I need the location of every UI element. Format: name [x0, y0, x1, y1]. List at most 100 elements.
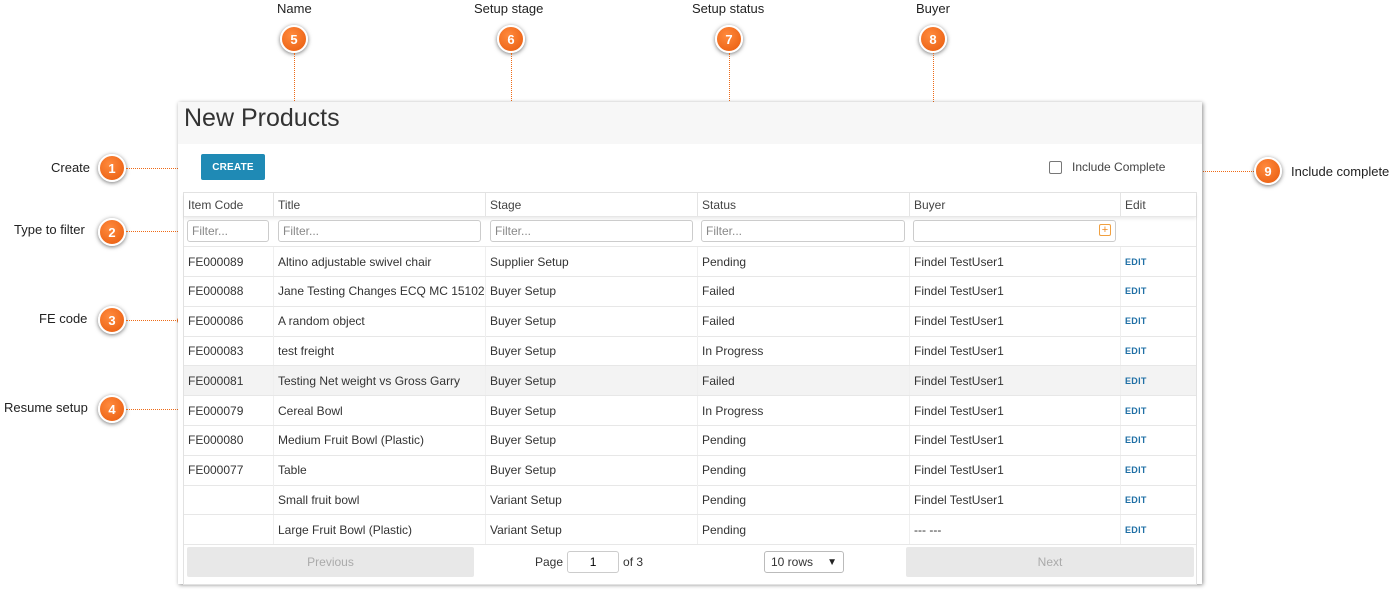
callout-label: Create — [51, 160, 91, 175]
table-row[interactable]: FE000079 Cereal Bowl Buyer Setup In Progres… — [184, 396, 1196, 426]
table-row[interactable]: FE000080 Medium Fruit Bowl (Plastic) Buyer… — [184, 425, 1196, 456]
edit-cell: EDIT — [1121, 307, 1196, 336]
include-complete-label: Include Complete — [1072, 160, 1166, 174]
item-code-cell: FE000079 — [184, 396, 274, 425]
previous-button[interactable]: Previous — [187, 547, 474, 577]
pagination: Previous Page of 3 10 rows ▼ Next — [184, 545, 1196, 585]
table-row[interactable]: FE000077 Table Buyer Setup Pending Findel Te… — [184, 455, 1196, 486]
table-header-row: Item Code Title Stage Status Buyer Edit — [184, 193, 1196, 217]
edit-cell: EDIT — [1121, 247, 1196, 276]
status-cell: In Progress — [698, 396, 910, 425]
table-row[interactable]: FE000081 Testing Net weight vs Gross Garr… — [184, 366, 1196, 397]
status-cell: Failed — [698, 366, 910, 396]
edit-link[interactable]: EDIT — [1125, 286, 1147, 296]
title-filter-input[interactable] — [278, 220, 481, 242]
title-cell: Altino adjustable swivel chair — [274, 247, 486, 276]
edit-link[interactable]: EDIT — [1125, 376, 1147, 386]
status-cell: Failed — [698, 306, 910, 336]
stage-cell: Buyer Setup — [486, 396, 698, 425]
title-cell: Medium Fruit Bowl (Plastic) — [274, 425, 486, 455]
item-code-cell: FE000083 — [184, 336, 274, 366]
buyer-cell: Findel TestUser1 — [910, 455, 1121, 485]
buyer-filter-select[interactable]: + — [913, 220, 1116, 242]
stage-cell: Buyer Setup — [486, 306, 698, 336]
table-row[interactable]: Large Fruit Bowl (Plastic) Variant Setup P… — [184, 515, 1196, 546]
plus-icon[interactable]: + — [1099, 224, 1111, 236]
status-cell: Pending — [698, 425, 910, 455]
edit-cell: EDIT — [1121, 366, 1196, 395]
callout-badge: 5 — [280, 25, 308, 53]
callout-badge: 8 — [919, 25, 947, 53]
table-row[interactable]: FE000089 Altino adjustable swivel chair Su… — [184, 247, 1196, 277]
stage-cell: Buyer Setup — [486, 455, 698, 485]
callout-badge: 3 — [98, 306, 126, 334]
status-filter-input[interactable] — [701, 220, 905, 242]
include-complete-checkbox[interactable] — [1049, 160, 1062, 174]
column-header-edit: Edit — [1125, 197, 1146, 212]
edit-cell: EDIT — [1121, 485, 1196, 514]
title-cell: Large Fruit Bowl (Plastic) — [274, 515, 486, 545]
callout-badge: 2 — [98, 218, 126, 246]
title-cell: Jane Testing Changes ECQ MC 151020 — [274, 276, 486, 306]
page-total-label: of 3 — [623, 555, 644, 569]
edit-link[interactable]: EDIT — [1125, 257, 1147, 267]
item-code-cell — [184, 515, 274, 545]
title-cell: test freight — [274, 336, 486, 366]
column-header-status[interactable]: Status — [698, 193, 910, 216]
stage-cell: Buyer Setup — [486, 276, 698, 306]
item-code-filter-input[interactable] — [187, 220, 269, 242]
item-code-cell: FE000081 — [184, 366, 274, 396]
buyer-cell: Findel TestUser1 — [910, 485, 1121, 515]
callout-badge: 4 — [98, 395, 126, 423]
create-button[interactable]: CREATE — [201, 154, 265, 180]
table-row[interactable]: Small fruit bowl Variant Setup Pending Find… — [184, 485, 1196, 516]
edit-cell: EDIT — [1121, 456, 1196, 485]
title-cell: Table — [274, 455, 486, 485]
table-row[interactable]: FE000088 Jane Testing Changes ECQ MC 1510… — [184, 276, 1196, 307]
next-button[interactable]: Next — [906, 547, 1194, 577]
edit-link[interactable]: EDIT — [1125, 316, 1147, 326]
item-code-cell: FE000088 — [184, 276, 274, 306]
status-cell: Pending — [698, 515, 910, 545]
edit-link[interactable]: EDIT — [1125, 435, 1147, 445]
products-table: Item Code Title Stage Status Buyer Edit … — [183, 192, 1197, 585]
status-cell: Pending — [698, 247, 910, 276]
stage-cell: Buyer Setup — [486, 336, 698, 366]
callout-badge: 9 — [1254, 157, 1282, 185]
column-header-item-code[interactable]: Item Code — [184, 193, 274, 216]
callout-label: FE code — [39, 311, 88, 326]
edit-cell: EDIT — [1121, 426, 1196, 455]
stage-filter-input[interactable] — [490, 220, 693, 242]
edit-link[interactable]: EDIT — [1125, 495, 1147, 505]
callout-connector — [126, 320, 180, 321]
chevron-down-icon: ▼ — [827, 557, 837, 568]
status-cell: Pending — [698, 485, 910, 515]
page-label: Page — [535, 555, 564, 569]
edit-cell: EDIT — [1121, 396, 1196, 425]
table-row[interactable]: FE000086 A random object Buyer Setup Failed… — [184, 306, 1196, 337]
include-complete-toggle[interactable]: Include Complete — [1049, 160, 1165, 174]
page-number-input[interactable] — [567, 551, 620, 573]
title-cell: A random object — [274, 306, 486, 336]
item-code-cell: FE000089 — [184, 247, 274, 276]
stage-cell: Supplier Setup — [486, 247, 698, 276]
table-row[interactable]: FE000083 test freight Buyer Setup In Progre… — [184, 336, 1196, 367]
stage-cell: Buyer Setup — [486, 366, 698, 396]
filter-row: + — [184, 217, 1196, 247]
status-cell: Pending — [698, 455, 910, 485]
rows-per-page-select[interactable]: 10 rows ▼ — [764, 551, 844, 573]
edit-link[interactable]: EDIT — [1125, 465, 1147, 475]
buyer-cell: Findel TestUser1 — [910, 276, 1121, 306]
edit-link[interactable]: EDIT — [1125, 525, 1147, 535]
edit-link[interactable]: EDIT — [1125, 406, 1147, 416]
status-cell: Failed — [698, 276, 910, 306]
column-header-stage[interactable]: Stage — [486, 193, 698, 216]
edit-cell: EDIT — [1121, 336, 1196, 365]
column-header-title[interactable]: Title — [274, 193, 486, 216]
stage-cell: Variant Setup — [486, 485, 698, 515]
stage-cell: Buyer Setup — [486, 425, 698, 455]
callout-label: Buyer — [916, 1, 950, 16]
edit-link[interactable]: EDIT — [1125, 346, 1147, 356]
column-header-buyer[interactable]: Buyer — [910, 193, 1121, 216]
item-code-cell: FE000086 — [184, 306, 274, 336]
